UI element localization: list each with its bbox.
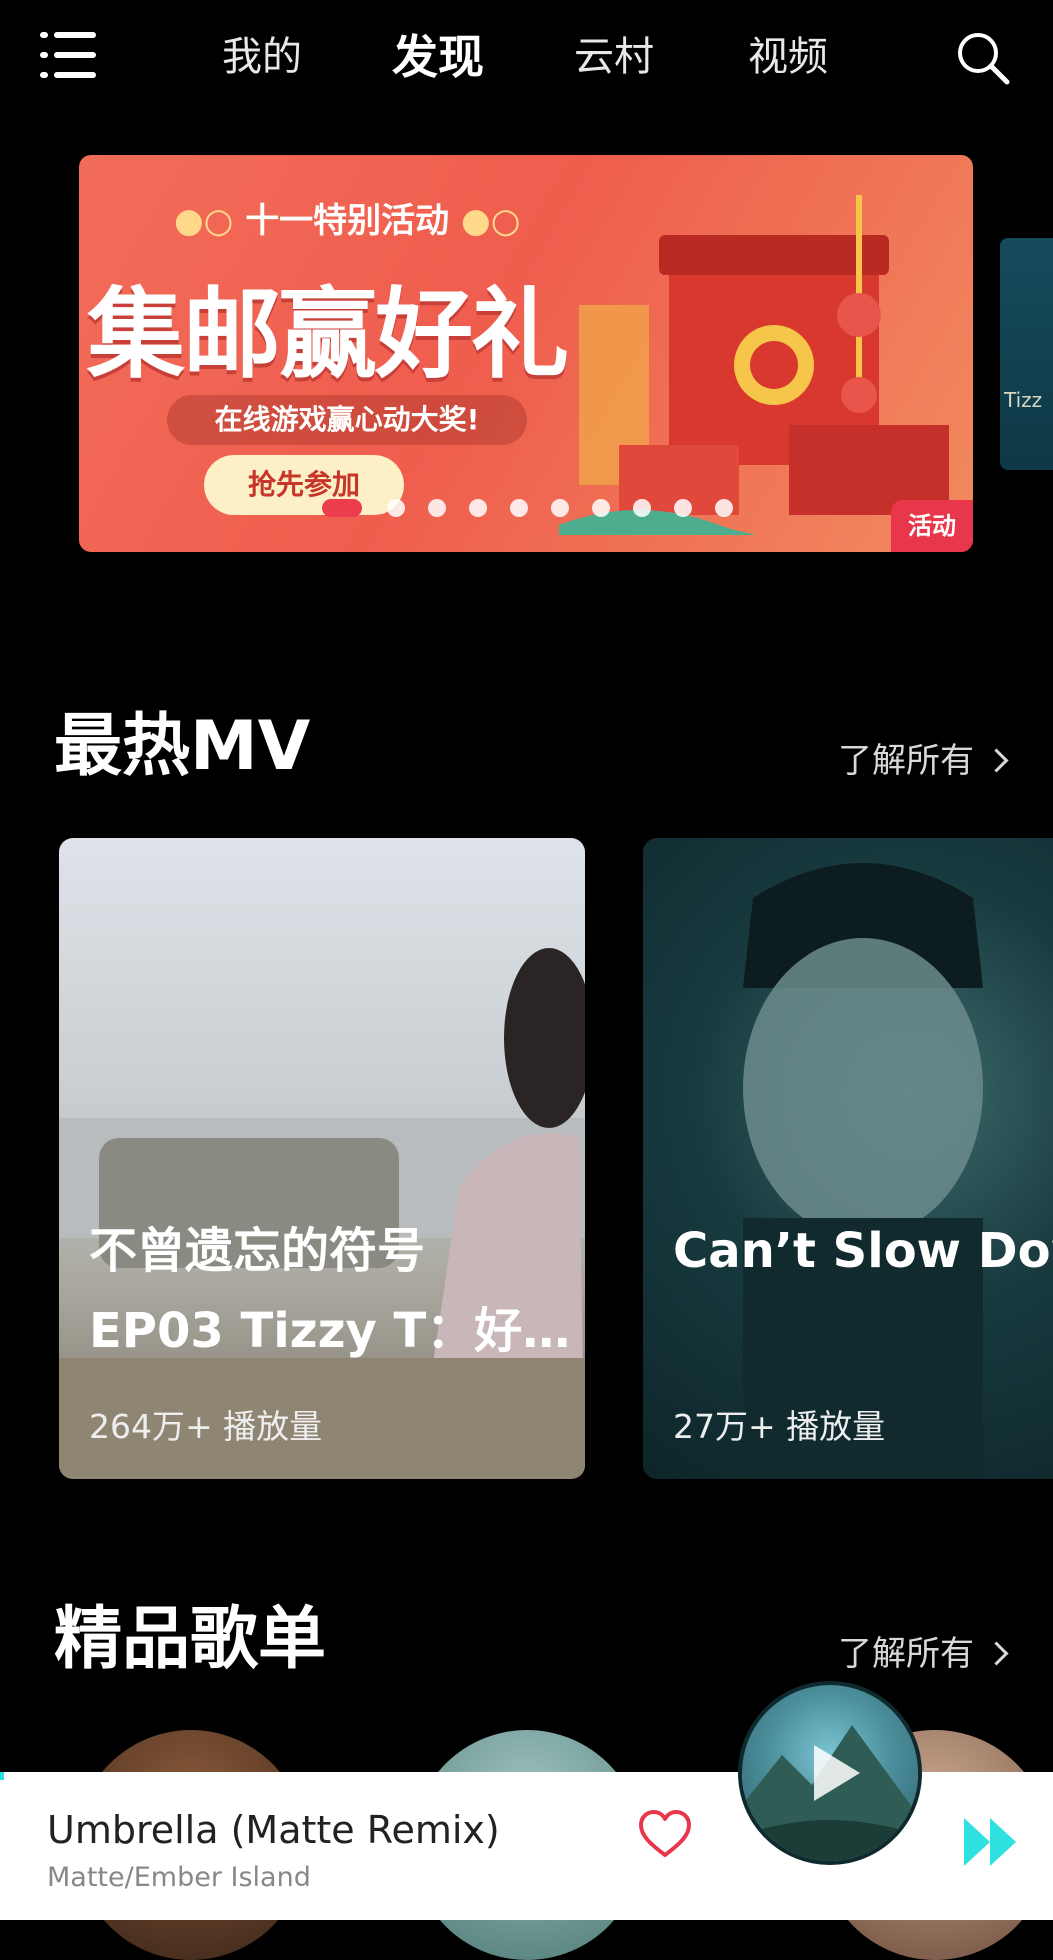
carousel-dot[interactable] [551,499,569,517]
banner-illustration [559,195,973,535]
carousel-dot[interactable] [428,499,446,517]
banner-title: 集邮赢好礼 [87,278,569,392]
chevron-right-icon [984,1641,1009,1666]
carousel-dot[interactable] [715,499,733,517]
tab-video[interactable]: 视频 [748,30,828,84]
progress-indicator [0,1772,4,1780]
carousel-dot[interactable] [674,499,692,517]
tab-mine[interactable]: 我的 [222,30,302,84]
tab-cloud-village[interactable]: 云村 [574,30,654,84]
mv-card[interactable]: 不曾遗忘的符号 EP03 Tizzy T：好… 264万+ 播放量 [59,838,585,1479]
section-title-playlists: 精品歌单 [54,1600,327,1679]
chevron-right-icon [984,748,1009,773]
section-title-hot-mv: 最热MV [54,707,311,786]
mv-play-count: 264万+ 播放量 [89,1407,323,1446]
mv-card[interactable]: Can’t Slow Down 27万+ 播放量 [643,838,1053,1479]
carousel-dot[interactable] [592,499,610,517]
next-banner-preview[interactable]: Tizz [1000,238,1053,470]
top-navigation: 我的 发现 云村 视频 [0,0,1053,115]
mv-play-count: 27万+ 播放量 [673,1407,886,1446]
see-all-label: 了解所有 [838,741,974,781]
search-icon[interactable] [955,30,1011,86]
mv-title-line2: EP03 Tizzy T：好… [89,1303,571,1359]
mv-thumbnail [743,863,983,1479]
now-playing-title: Umbrella (Matte Remix) [47,1808,500,1852]
heart-icon[interactable] [637,1807,693,1863]
banner-subtitle: ●○ 十一特别活动 ●○ [174,201,521,241]
tab-discover[interactable]: 发现 [392,30,484,84]
see-all-label: 了解所有 [838,1634,974,1674]
menu-icon[interactable] [40,30,96,80]
carousel-dot[interactable] [510,499,528,517]
next-icon[interactable] [962,1816,1020,1868]
activity-badge: 活动 [891,500,973,552]
next-banner-text: Tizz [1004,388,1043,412]
mv-title-line1: Can’t Slow Down [673,1223,1053,1279]
album-art-disc[interactable] [742,1685,918,1861]
mv-title-line1: 不曾遗忘的符号 [89,1223,426,1279]
banner-tagline: 在线游戏赢心动大奖! [167,395,527,445]
play-icon[interactable] [808,1741,864,1809]
carousel-dot[interactable] [387,499,405,517]
promo-banner[interactable]: ●○ 十一特别活动 ●○ 集邮赢好礼 在线游戏赢心动大奖! 抢先参加 活动 [79,155,973,552]
now-playing-artist: Matte/Ember Island [47,1862,311,1893]
see-all-playlists-link[interactable]: 了解所有 [838,1626,1009,1675]
carousel-dot[interactable] [469,499,487,517]
carousel-dot-active[interactable] [322,499,362,517]
banner-cta-button[interactable]: 抢先参加 [204,455,404,515]
mv-thumbnail [59,948,585,1479]
see-all-mv-link[interactable]: 了解所有 [838,733,1009,782]
carousel-dot[interactable] [633,499,651,517]
